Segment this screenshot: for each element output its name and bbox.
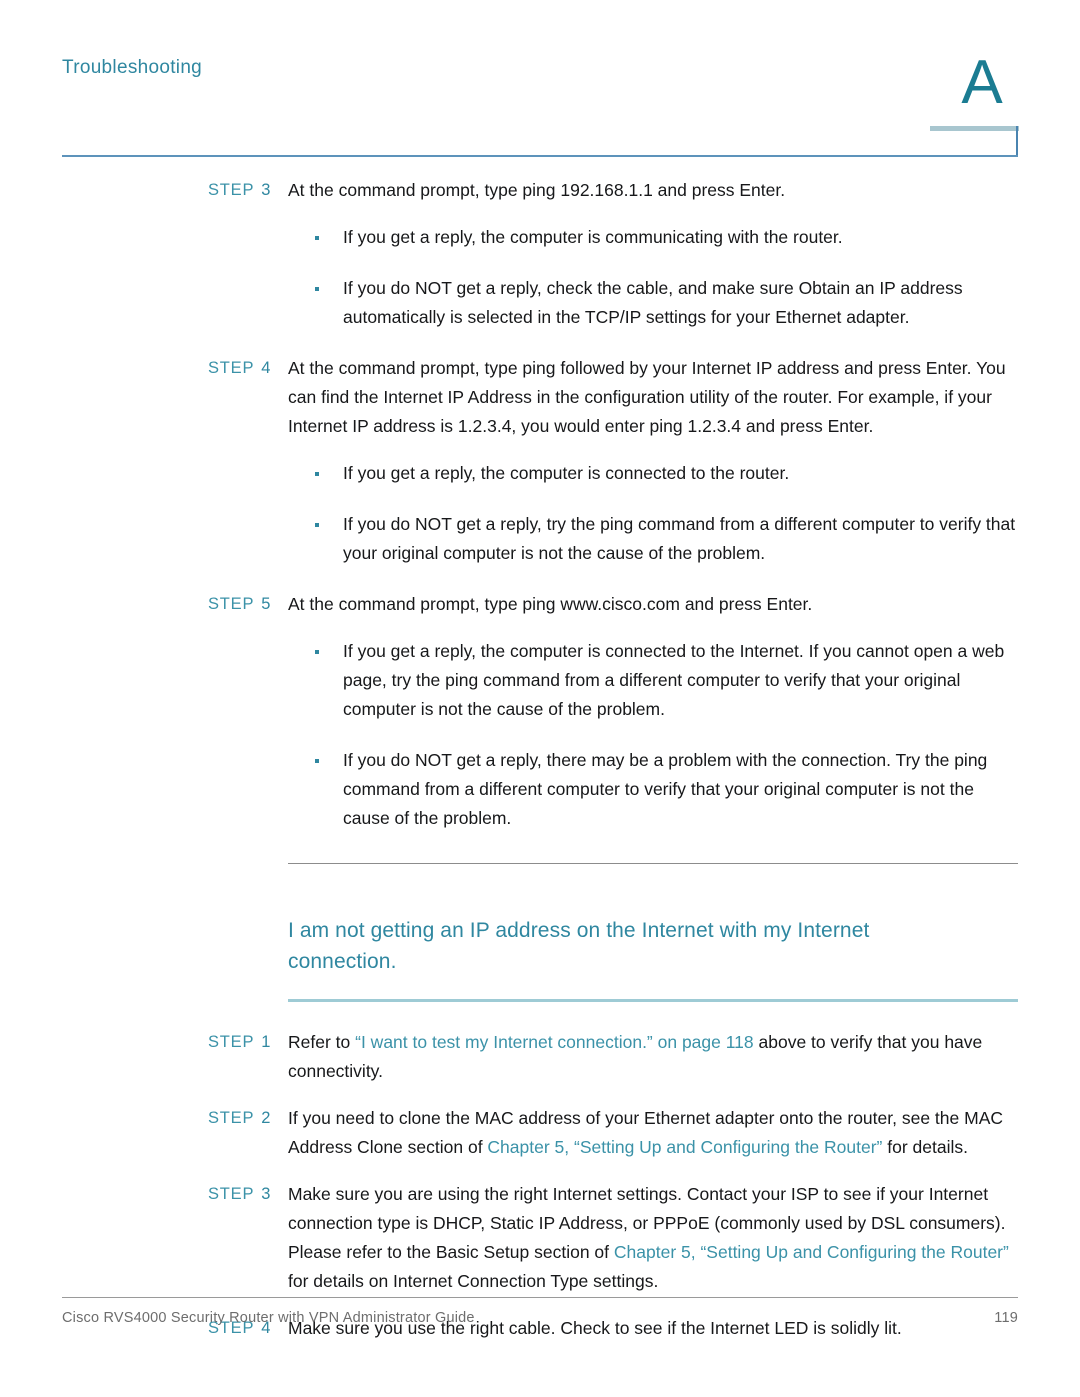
step-word: STEP: [208, 181, 255, 199]
page-content: STEP 3 At the command prompt, type ping 19…: [0, 176, 1080, 1361]
step: STEP 2 If you need to clone the MAC addres…: [0, 1104, 1080, 1162]
appendix-letter: A: [961, 48, 1003, 117]
footer-guide-title: Cisco RVS4000 Security Router with VPN A…: [62, 1310, 475, 1326]
steps-top-group: STEP 3 At the command prompt, type ping 19…: [0, 176, 1080, 833]
step-text-run: Refer to: [288, 1032, 356, 1052]
steps-bottom-group: STEP 1 Refer to “I want to test my Interne…: [0, 1028, 1080, 1343]
bullet-icon: [315, 236, 319, 240]
step-text: Make sure you are using the right Intern…: [288, 1180, 1018, 1296]
step: STEP 5 At the command prompt, type ping ww…: [0, 590, 1080, 619]
step-text: At the command prompt, type ping www.cis…: [288, 594, 813, 614]
bullet-text: If you do NOT get a reply, try the ping …: [343, 514, 1016, 563]
step-label: STEP 1: [208, 1028, 280, 1057]
step-number: 3: [261, 181, 272, 199]
step-text: At the command prompt, type ping followe…: [288, 358, 1006, 436]
list-item: If you do NOT get a reply, try the ping …: [288, 510, 1018, 568]
step: STEP 1 Refer to “I want to test my Interne…: [0, 1028, 1080, 1086]
section-heading: I am not getting an IP address on the In…: [288, 919, 870, 973]
step-text-run: for details.: [882, 1137, 968, 1157]
bullet-icon: [315, 523, 319, 527]
bullet-text: If you get a reply, the computer is conn…: [343, 463, 790, 483]
step-text: At the command prompt, type ping 192.168…: [288, 180, 786, 200]
step: STEP 3 At the command prompt, type ping 19…: [0, 176, 1080, 205]
bullet-list: If you get a reply, the computer is conn…: [288, 459, 1018, 568]
cross-reference-link[interactable]: “I want to test my Internet connection.”…: [355, 1032, 754, 1052]
bullet-text: If you do NOT get a reply, check the cab…: [343, 278, 963, 327]
step-number: 5: [261, 595, 272, 613]
section-rule-above: [288, 863, 1018, 864]
step-text: If you need to clone the MAC address of …: [288, 1104, 1018, 1162]
section-rule-below: [288, 999, 1018, 1002]
step-text-run: for details on Internet Connection Type …: [288, 1271, 659, 1291]
bullet-block: If you get a reply, the computer is comm…: [0, 223, 1080, 332]
list-item: If you get a reply, the computer is conn…: [288, 637, 1018, 724]
step-word: STEP: [208, 1109, 255, 1127]
document-page: Troubleshooting A STEP 3 At the command pr…: [0, 0, 1080, 1397]
bullet-icon: [315, 472, 319, 476]
step-number: 3: [261, 1185, 272, 1203]
step-label: STEP 5: [208, 590, 280, 619]
header-horizontal-rule: [62, 155, 1018, 157]
cross-reference-link[interactable]: Chapter 5, “Setting Up and Configuring t…: [614, 1242, 1009, 1262]
running-head: Troubleshooting: [62, 57, 203, 78]
list-item: If you get a reply, the computer is conn…: [288, 459, 1018, 488]
cross-reference-link[interactable]: Chapter 5, “Setting Up and Configuring t…: [487, 1137, 882, 1157]
header-tab-rule: [930, 126, 1019, 131]
step-text: Refer to “I want to test my Internet con…: [288, 1028, 1018, 1086]
list-item: If you do NOT get a reply, there may be …: [288, 746, 1018, 833]
list-item: If you get a reply, the computer is comm…: [288, 223, 1018, 252]
bullet-icon: [315, 759, 319, 763]
step-label: STEP 4: [208, 354, 280, 383]
header-vertical-rule: [1016, 126, 1018, 157]
step-number: 1: [261, 1033, 272, 1051]
page-footer: Cisco RVS4000 Security Router with VPN A…: [62, 1310, 1018, 1326]
step-word: STEP: [208, 595, 255, 613]
bullet-icon: [315, 650, 319, 654]
footer-page-number: 119: [994, 1310, 1018, 1326]
step-number: 2: [261, 1109, 272, 1127]
step-word: STEP: [208, 1185, 255, 1203]
section-block: I am not getting an IP address on the In…: [0, 863, 1080, 1028]
bullet-block: If you get a reply, the computer is conn…: [0, 459, 1080, 568]
step: STEP 4 At the command prompt, type ping fo…: [0, 354, 1080, 441]
bullet-list: If you get a reply, the computer is conn…: [288, 637, 1018, 833]
bullet-text: If you do NOT get a reply, there may be …: [343, 750, 988, 828]
bullet-text: If you get a reply, the computer is conn…: [343, 641, 1005, 719]
step-label: STEP 3: [208, 1180, 280, 1209]
bullet-block: If you get a reply, the computer is conn…: [0, 637, 1080, 833]
step-word: STEP: [208, 359, 255, 377]
step-label: STEP 2: [208, 1104, 280, 1133]
bullet-list: If you get a reply, the computer is comm…: [288, 223, 1018, 332]
step-number: 4: [261, 359, 272, 377]
footer-rule: [62, 1297, 1018, 1298]
bullet-icon: [315, 287, 319, 291]
step-word: STEP: [208, 1033, 255, 1051]
list-item: If you do NOT get a reply, check the cab…: [288, 274, 1018, 332]
step-label: STEP 3: [208, 176, 280, 205]
bullet-text: If you get a reply, the computer is comm…: [343, 227, 843, 247]
step: STEP 3 Make sure you are using the right I…: [0, 1180, 1080, 1296]
